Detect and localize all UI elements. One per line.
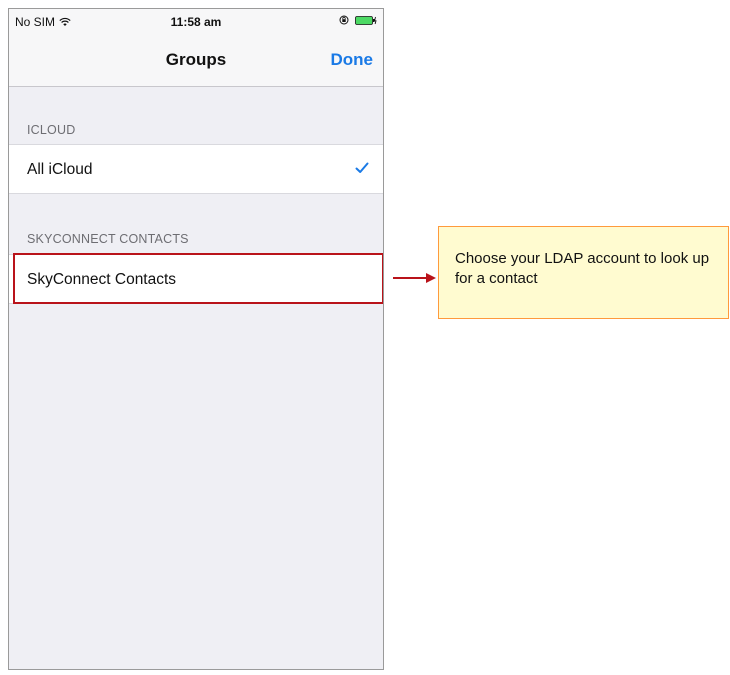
screenshot-canvas: No SIM 11:58 am Groups Done ICLOUD All i… [0,0,730,675]
callout-note: Choose your LDAP account to look up for … [438,226,729,319]
section-header-icloud: ICLOUD [27,123,76,137]
callout-text: Choose your LDAP account to look up for … [455,250,710,287]
orientation-lock-icon [339,15,349,25]
navigation-bar: Groups Done [9,35,383,87]
group-row-all-icloud[interactable]: All iCloud [9,144,383,194]
section-header-skyconnect: SKYCONNECT CONTACTS [27,232,189,246]
done-button[interactable]: Done [331,50,374,70]
status-bar: No SIM 11:58 am [9,9,383,35]
group-row-label: All iCloud [27,161,93,178]
page-title: Groups [165,50,227,69]
highlight-box [13,253,383,304]
status-right [339,15,377,25]
status-time: 11:58 am [170,15,222,29]
phone-screen: No SIM 11:58 am Groups Done ICLOUD All i… [8,8,384,670]
battery-charging-icon [355,15,377,25]
checkmark-icon [355,162,369,173]
arrow-right-icon [393,273,436,283]
